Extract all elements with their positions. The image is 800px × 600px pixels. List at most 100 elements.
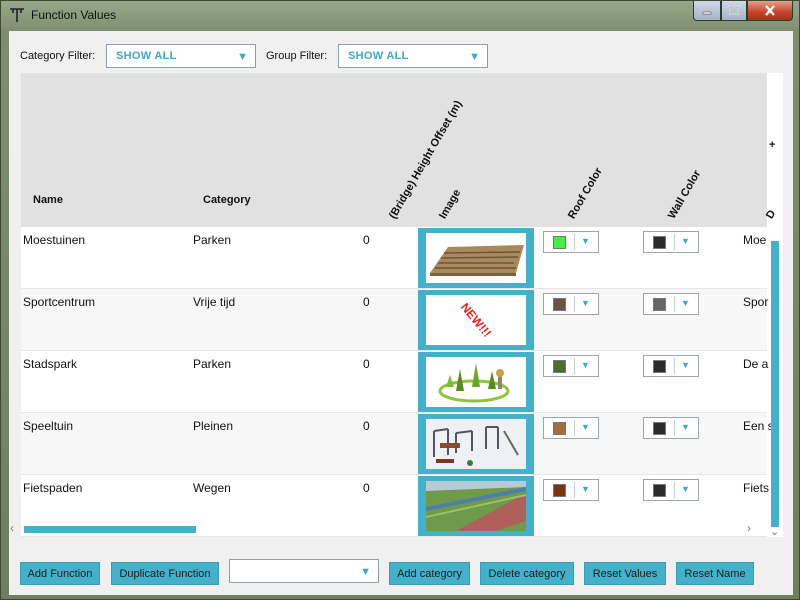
add-column-icon[interactable]: + — [769, 139, 775, 151]
chevron-down-icon: ▼ — [581, 236, 590, 246]
new-badge-text: NEW!!! — [457, 300, 495, 340]
maximize-button[interactable] — [721, 1, 747, 21]
tool-icon — [10, 8, 24, 22]
column-header-image[interactable]: Image — [437, 187, 463, 221]
function-image-box[interactable]: NEW!!! — [418, 290, 534, 350]
chevron-down-icon: ▼ — [581, 422, 590, 432]
category-filter-label: Category Filter: — [20, 50, 96, 62]
cell-description: Een s — [743, 419, 774, 433]
chevron-down-icon: ▼ — [581, 484, 590, 494]
function-values-window: Function Values Category Filter: SHOW AL… — [0, 0, 800, 600]
horizontal-scrollbar[interactable]: ‹ › — [9, 521, 771, 537]
group-filter-label: Group Filter: — [266, 50, 328, 62]
chevron-down-icon: ▼ — [681, 484, 690, 494]
cell-height-offset[interactable]: 0 — [363, 419, 370, 433]
function-values-grid: Name Category (Bridge) Height Offset (m)… — [21, 73, 783, 537]
add-function-button[interactable]: Add Function — [20, 562, 100, 585]
cell-description: Moe — [743, 233, 767, 247]
wall-color-picker[interactable]: ▼ — [643, 355, 699, 377]
cell-height-offset[interactable]: 0 — [363, 295, 370, 309]
table-row[interactable]: Stadspark Parken 0 ▼ ▼ De a — [21, 351, 769, 413]
table-row[interactable]: Moestuinen Parken 0 ▼ ▼ Moe — [21, 227, 767, 289]
window-title: Function Values — [31, 8, 117, 22]
roof-color-swatch — [553, 421, 566, 435]
horizontal-scrollbar-thumb[interactable] — [24, 526, 196, 533]
cell-name: Fietspaden — [23, 481, 83, 495]
cell-height-offset[interactable]: 0 — [363, 481, 370, 495]
roof-color-swatch — [553, 483, 566, 497]
roof-color-swatch — [553, 297, 566, 311]
roof-color-picker[interactable]: ▼ — [543, 293, 599, 315]
close-icon — [765, 5, 775, 16]
cell-height-offset[interactable]: 0 — [363, 233, 370, 247]
cell-name: Moestuinen — [23, 233, 86, 247]
reset-name-button[interactable]: Reset Name — [676, 562, 754, 585]
category-filter-select[interactable]: SHOW ALL ▼ — [106, 44, 256, 68]
chevron-down-icon: ▼ — [581, 360, 590, 370]
roof-color-picker[interactable]: ▼ — [543, 355, 599, 377]
column-header-wall-color[interactable]: Wall Color — [666, 168, 703, 221]
table-row[interactable]: Sportcentrum Vrije tijd 0 NEW!!! ▼ ▼ Spo… — [21, 289, 769, 351]
roof-color-swatch — [553, 235, 566, 249]
close-button[interactable] — [747, 1, 793, 21]
roof-color-picker[interactable]: ▼ — [543, 231, 599, 253]
cell-description: De a — [743, 357, 769, 371]
client-area: Category Filter: SHOW ALL ▼ Group Filter… — [9, 31, 793, 595]
column-header-description[interactable]: D — [764, 208, 778, 221]
wall-color-picker[interactable]: ▼ — [643, 293, 699, 315]
grid-header: Name Category (Bridge) Height Offset (m)… — [21, 73, 778, 227]
function-image-box[interactable] — [418, 352, 534, 412]
cell-category: Parken — [193, 357, 232, 371]
cell-description: Fiets — [743, 481, 770, 495]
chevron-down-icon: ▼ — [681, 360, 690, 370]
minimize-button[interactable] — [693, 1, 721, 21]
maximize-icon — [729, 6, 739, 15]
chevron-right-icon[interactable]: › — [747, 521, 751, 535]
roof-color-picker[interactable]: ▼ — [543, 417, 599, 439]
wall-color-picker[interactable]: ▼ — [643, 417, 699, 439]
duplicate-function-button[interactable]: Duplicate Function — [111, 562, 219, 585]
category-filter-value: SHOW ALL — [116, 50, 177, 62]
reset-values-button[interactable]: Reset Values — [584, 562, 666, 585]
column-header-name[interactable]: Name — [33, 194, 63, 206]
title-bar[interactable]: Function Values — [1, 1, 799, 31]
chevron-left-icon[interactable]: ‹ — [10, 521, 14, 535]
wall-color-swatch — [653, 483, 666, 497]
group-filter-value: SHOW ALL — [348, 50, 409, 62]
function-image-box[interactable] — [418, 228, 534, 288]
column-header-roof-color[interactable]: Roof Color — [566, 166, 605, 221]
wall-color-picker[interactable]: ▼ — [643, 479, 699, 501]
group-filter-select[interactable]: SHOW ALL ▼ — [338, 44, 488, 68]
cell-category: Vrije tijd — [193, 295, 236, 309]
cell-category: Parken — [193, 233, 232, 247]
roof-color-picker[interactable]: ▼ — [543, 479, 599, 501]
wall-color-swatch — [653, 297, 666, 311]
chevron-down-icon: ▼ — [360, 566, 371, 578]
wall-color-swatch — [653, 421, 666, 435]
add-category-button[interactable]: Add category — [389, 562, 470, 585]
cell-category: Wegen — [193, 481, 231, 495]
chevron-down-icon[interactable]: ⌄ — [770, 525, 779, 537]
chevron-down-icon: ▼ — [681, 422, 690, 432]
cell-name: Speeltuin — [23, 419, 74, 433]
chevron-down-icon: ▼ — [681, 298, 690, 308]
table-row[interactable]: Speeltuin Pleinen 0 ▼ ▼ Een s — [21, 413, 774, 475]
chevron-down-icon: ▼ — [469, 51, 480, 63]
minimize-icon — [702, 11, 712, 14]
function-image-box[interactable] — [418, 414, 534, 474]
cell-description: Spor — [743, 295, 769, 309]
wall-color-picker[interactable]: ▼ — [643, 231, 699, 253]
roof-color-swatch — [553, 359, 566, 373]
vertical-scrollbar-thumb[interactable] — [771, 241, 779, 527]
playground-image — [426, 419, 526, 469]
chevron-down-icon: ▼ — [681, 236, 690, 246]
chevron-down-icon: ▼ — [581, 298, 590, 308]
column-header-category[interactable]: Category — [203, 194, 251, 206]
cell-name: Sportcentrum — [23, 295, 96, 309]
category-select[interactable]: ▼ — [229, 559, 379, 583]
cell-category: Pleinen — [193, 419, 234, 433]
delete-category-button[interactable]: Delete category — [480, 562, 574, 585]
cell-height-offset[interactable]: 0 — [363, 357, 370, 371]
cell-name: Stadspark — [23, 357, 78, 371]
wall-color-swatch — [653, 359, 666, 373]
